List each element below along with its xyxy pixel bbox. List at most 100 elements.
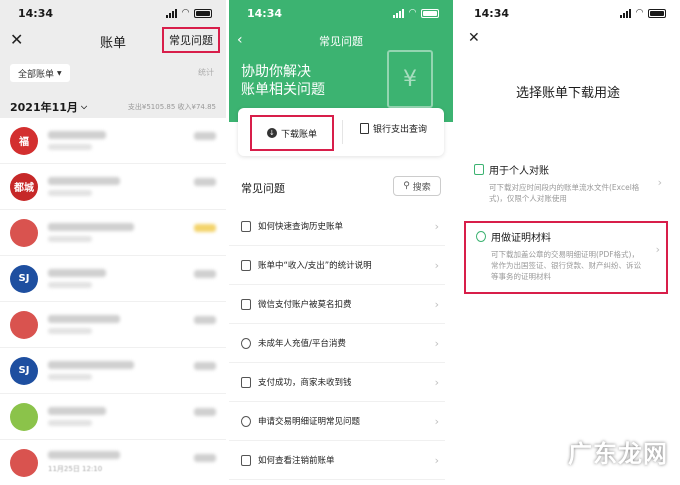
faq-item-label: 如何查看注销前账单 — [258, 456, 335, 466]
chevron-right-icon: › — [434, 258, 439, 272]
stats-link[interactable]: 统计 — [198, 67, 214, 78]
bill-row[interactable]: 都城 — [0, 164, 226, 210]
status-time: 14:34 — [247, 6, 283, 20]
watermark: 广东龙网 — [568, 440, 668, 468]
bill-row[interactable]: SJ — [0, 256, 226, 302]
chevron-right-icon: › — [434, 297, 439, 311]
bill-topbar: ✕ 账单 常见问题 — [0, 26, 226, 56]
question-icon — [241, 415, 251, 427]
faq-item[interactable]: 支付成功，商家未收到钱 › — [229, 363, 445, 402]
faq-item[interactable]: 未成年人充值/平台消费 › — [229, 324, 445, 363]
document-icon — [241, 454, 251, 466]
bill-row[interactable]: SJ — [0, 348, 226, 394]
merchant-avatar: 福 — [10, 126, 38, 155]
system-icons: ◠ — [166, 8, 212, 18]
merchant-avatar: SJ — [10, 356, 38, 385]
faq-item-label: 如何快速查询历史账单 — [258, 222, 344, 232]
merchant-avatar: SJ — [10, 264, 38, 293]
bank-query-button[interactable]: 银行支出查询 — [360, 122, 427, 135]
bill-amount-blurred — [194, 316, 216, 324]
quick-actions-card: ↓ 下载账单 银行支出查询 — [238, 108, 444, 156]
page-title: 选择账单下载用途 — [515, 86, 620, 101]
section-title: 常见问题 — [241, 182, 285, 195]
bill-amount-blurred — [194, 224, 216, 232]
system-icons: ◠ — [393, 8, 439, 18]
faq-list: 如何快速查询历史账单 › 账单中“收入/支出”的统计说明 › 微信支付账户被莫名扣费 › 未… — [229, 207, 453, 480]
chevron-right-icon: › — [657, 176, 662, 189]
bill-row[interactable] — [0, 302, 226, 348]
close-icon[interactable]: ✕ — [468, 30, 480, 46]
chevron-right-icon: › — [434, 219, 439, 233]
faq-item[interactable]: 如何快速查询历史账单 › — [229, 207, 445, 246]
document-icon — [241, 259, 251, 271]
bill-text-blurred — [48, 269, 106, 288]
bill-amount-blurred — [194, 270, 216, 278]
search-button[interactable]: ⚲ 搜索 — [393, 176, 441, 196]
bill-row[interactable] — [0, 394, 226, 440]
signal-icon — [620, 8, 632, 18]
signal-icon — [393, 8, 405, 18]
merchant-avatar — [10, 448, 38, 477]
month-totals: 支出¥5105.85 收入¥74.85 — [127, 103, 216, 111]
battery-icon — [194, 8, 212, 18]
certificate-icon — [476, 231, 486, 242]
bill-row[interactable]: 福 — [0, 118, 226, 164]
headline-line-1: 协助你解决 — [241, 64, 311, 80]
chevron-right-icon: › — [655, 243, 660, 256]
system-icons: ◠ — [620, 8, 666, 18]
download-purpose-screen: 14:34 ◠ ✕ 选择账单下载用途 用于个人对账 可下载对应时间段内的账单流水… — [456, 0, 680, 485]
faq-item[interactable]: 账单中“收入/支出”的统计说明 › — [229, 246, 445, 285]
filter-label: 全部账单 — [18, 69, 55, 80]
faq-item[interactable]: 如何查看注销前账单 › — [229, 441, 445, 480]
document-icon — [241, 220, 251, 232]
status-time: 14:34 — [18, 6, 54, 20]
bill-amount-blurred — [194, 454, 216, 462]
status-time: 14:34 — [474, 6, 510, 20]
chevron-right-icon: › — [434, 336, 439, 350]
option-title: 用于个人对账 — [489, 166, 549, 177]
thumb-icon — [241, 298, 251, 310]
search-icon: ⚲ — [403, 181, 410, 191]
option-description: 可下载加盖公章的交易明细证明(PDF格式)，常作为出国签证、银行贷款、财产纠纷、… — [491, 250, 641, 281]
faq-item-label: 账单中“收入/支出”的统计说明 — [258, 261, 372, 271]
checklist-icon — [474, 164, 484, 175]
yuan-document-icon: ¥ — [387, 50, 433, 108]
month-selector[interactable]: 2021年11月 ⌵ — [10, 99, 87, 115]
faq-item-label: 申请交易明细证明常见问题 — [258, 417, 361, 427]
download-bill-button[interactable]: ↓ 下载账单 — [250, 115, 334, 151]
download-label: 下载账单 — [280, 129, 317, 140]
bill-filter-dropdown[interactable]: 全部账单 ▼ — [10, 64, 70, 82]
faq-item[interactable]: 申请交易明细证明常见问题 › — [229, 402, 445, 441]
faq-screen: 14:34 ◠ ‹ 常见问题 协助你解决 账单相关问题 ¥ ↓ 下载账单 银行支… — [229, 0, 453, 485]
option-description: 可下载对应时间段内的账单流水文件(Excel格式)，仅限个人对账使用 — [489, 183, 640, 203]
bill-text-blurred: 11月25日 12:10 — [48, 451, 120, 474]
payment-icon — [241, 376, 251, 388]
bill-text-blurred — [48, 177, 120, 196]
bill-list-screen: 14:34 ◠ ✕ 账单 常见问题 全部账单 ▼ 统计 2021年11月 ⌵ 支… — [0, 0, 226, 485]
hero-headline: 协助你解决 账单相关问题 — [241, 63, 325, 99]
wifi-icon: ◠ — [182, 8, 189, 18]
bill-amount-blurred — [194, 178, 216, 186]
bill-text-blurred — [48, 223, 134, 242]
page-title: 账单 — [99, 35, 126, 51]
bank-query-label: 银行支出查询 — [373, 125, 428, 135]
faq-item[interactable]: 微信支付账户被莫名扣费 › — [229, 285, 445, 324]
document-icon — [360, 123, 369, 134]
chevron-right-icon: › — [434, 414, 439, 428]
bill-amount-blurred — [194, 408, 216, 416]
proof-material-option[interactable]: 用做证明材料 可下载加盖公章的交易明细证明(PDF格式)，常作为出国签证、银行贷… — [464, 221, 668, 294]
status-bar: 14:34 ◠ — [0, 0, 226, 26]
close-icon[interactable]: ✕ — [10, 30, 23, 49]
download-icon: ↓ — [266, 128, 277, 138]
headline-line-2: 账单相关问题 — [241, 82, 325, 98]
status-bar: 14:34 ◠ — [229, 0, 453, 26]
bill-row[interactable] — [0, 210, 226, 256]
bill-text-blurred — [48, 315, 120, 334]
bill-row[interactable]: 11月25日 12:10 — [0, 440, 226, 485]
month-label: 2021年11月 — [10, 101, 78, 114]
battery-icon — [648, 8, 666, 18]
faq-button[interactable]: 常见问题 — [162, 27, 220, 53]
bill-amount-blurred — [194, 362, 216, 370]
chevron-right-icon: › — [434, 453, 439, 467]
personal-reconcile-option[interactable]: 用于个人对账 可下载对应时间段内的账单流水文件(Excel格式)，仅限个人对账使… — [464, 156, 668, 210]
